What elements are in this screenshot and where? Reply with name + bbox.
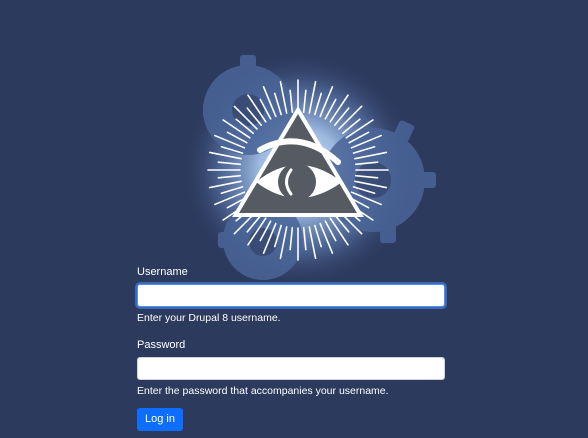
username-input[interactable]: [137, 284, 445, 307]
login-form: Username Enter your Drupal 8 username. P…: [137, 266, 445, 431]
username-label: Username: [137, 266, 188, 278]
password-group: Password Enter the password that accompa…: [137, 339, 445, 398]
password-label: Password: [137, 339, 186, 351]
password-input[interactable]: [137, 357, 445, 380]
password-help-text: Enter the password that accompanies your…: [137, 385, 389, 397]
all-seeing-eye-icon: [182, 52, 436, 288]
login-button[interactable]: Log in: [137, 408, 183, 431]
site-logo: [148, 10, 448, 288]
username-group: Username Enter your Drupal 8 username.: [137, 266, 445, 325]
username-help-text: Enter your Drupal 8 username.: [137, 312, 281, 324]
